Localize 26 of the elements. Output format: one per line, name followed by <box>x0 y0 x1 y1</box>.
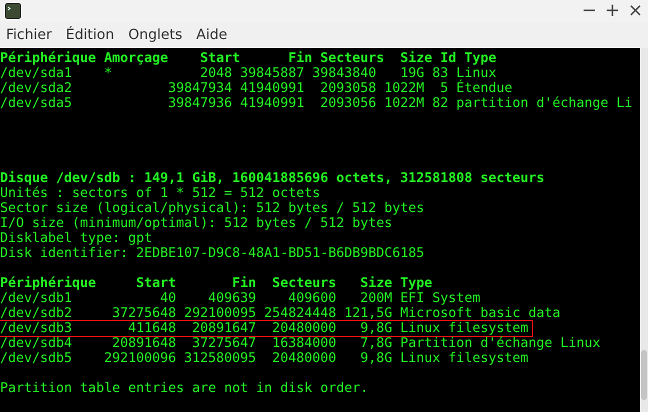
terminal-line: /dev/sdb3 411648 20891647 20480000 9,8G Linux filesystem <box>0 321 532 336</box>
terminal-line: /dev/sda1 * 2048 39845887 39843840 19G 83 Linux <box>0 66 496 81</box>
terminal-line: /dev/sdb1 40 409639 409600 200M EFI System <box>0 291 480 306</box>
terminal-line: Périphérique Start Fin Secteurs Size Type <box>0 276 432 291</box>
terminal-line: /dev/sda5 39847936 41940991 2093056 1022M 82 partition d'échange Li <box>0 96 632 111</box>
menu-item[interactable]: Édition <box>66 24 114 46</box>
menu-item[interactable]: Aide <box>196 24 228 46</box>
terminal-line: /dev/sdb4 20891648 37275647 16384000 7,8G Partition d'échange Linux <box>0 336 600 351</box>
close-button[interactable]: × <box>626 2 644 20</box>
menu-item[interactable]: Fichier <box>6 24 52 46</box>
terminal-line: /dev/sdb2 37275648 292100095 254824448 121,5G Microsoft basic data <box>0 306 560 321</box>
terminal-line: Disque /dev/sdb : 149,1 GiB, 160041885696 octets, 312581808 secteurs <box>0 171 544 186</box>
terminal-line: I/O size (minimum/optimal): 512 bytes / 512 bytes <box>0 216 392 231</box>
menu-item[interactable]: Onglets <box>128 24 182 46</box>
terminal-line: /dev/sdb5 292100096 312580095 20480000 9,8G Linux filesystem <box>0 351 528 366</box>
terminal-line: /dev/sda2 39847934 41940991 2093058 1022M 5 Étendue <box>0 81 512 96</box>
terminal-line: Disklabel type: gpt <box>0 231 152 246</box>
scrollbar[interactable] <box>640 48 648 412</box>
maximize-button[interactable]: + <box>604 2 621 20</box>
terminal-line: Unités : sectors of 1 * 512 = 512 octets <box>0 186 320 201</box>
terminal-line: Partition table entries are not in disk order. <box>0 381 368 396</box>
terminal-line: Disk identifier: 2EDBE107-D9C8-48A1-BD51-B6DB9BDC6185 <box>0 246 424 261</box>
terminal-app-icon <box>5 3 21 19</box>
terminal-line: Sector size (logical/physical): 512 bytes / 512 bytes <box>0 201 424 216</box>
terminal-line: Périphérique Amorçage Start Fin Secteurs Size Id Type <box>0 51 496 66</box>
minimize-button[interactable]: − <box>580 2 598 20</box>
